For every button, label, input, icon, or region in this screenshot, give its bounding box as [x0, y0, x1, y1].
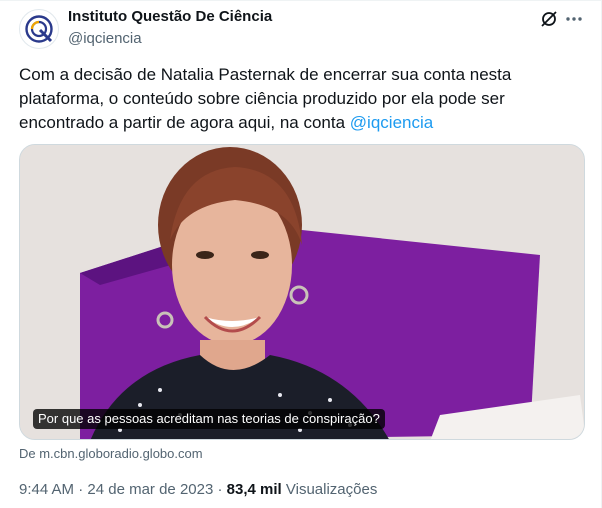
meta-separator-2: ·: [217, 481, 223, 498]
author-block: Instituto Questão De Ciência @iqciencia: [68, 7, 272, 49]
grok-icon[interactable]: [539, 9, 559, 29]
iqc-logo-icon: [25, 15, 53, 43]
card-source-link[interactable]: De m.cbn.globoradio.globo.com: [19, 446, 203, 462]
author-handle[interactable]: @iqciencia: [68, 29, 272, 49]
mention-link[interactable]: @iqciencia: [350, 113, 433, 132]
author-display-name[interactable]: Instituto Questão De Ciência: [68, 7, 272, 27]
top-divider: [0, 0, 602, 1]
card-caption[interactable]: Por que as pessoas acreditam nas teorias…: [33, 409, 385, 429]
tweet-time[interactable]: 9:44 AM: [19, 481, 74, 498]
views-label: Visualizações: [285, 481, 378, 498]
tweet-text: Com a decisão de Natalia Pasternak de en…: [19, 63, 579, 135]
tweet-date[interactable]: 24 de mar de 2023: [87, 481, 213, 498]
views-count[interactable]: 83,4 mil: [227, 481, 282, 498]
tweet-header: Instituto Questão De Ciência @iqciencia: [19, 7, 585, 49]
card-image: [20, 145, 584, 439]
link-card[interactable]: Por que as pessoas acreditam nas teorias…: [19, 144, 585, 440]
tweet-meta: 9:44 AM · 24 de mar de 2023 · 83,4 mil V…: [19, 480, 377, 500]
avatar[interactable]: [19, 9, 59, 49]
tweet-body-text: Com a decisão de Natalia Pasternak de en…: [19, 65, 512, 132]
meta-separator: ·: [78, 481, 84, 498]
more-horizontal-icon[interactable]: [564, 9, 584, 29]
